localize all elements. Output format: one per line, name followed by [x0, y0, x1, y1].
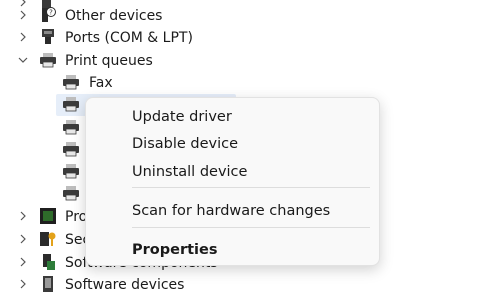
printer-icon	[62, 162, 80, 180]
unknown-device-icon: ?	[39, 6, 57, 24]
printer-icon	[62, 118, 80, 136]
chevron-right-icon[interactable]	[17, 9, 29, 21]
chevron-down-icon[interactable]	[17, 54, 29, 66]
menu-item-label: Properties	[132, 242, 218, 258]
context-menu: Update driver Disable device Uninstall d…	[85, 97, 380, 266]
menu-item-label: Uninstall device	[132, 164, 248, 180]
tree-item-label: Ports (COM & LPT)	[65, 30, 193, 46]
tree-item-label: Fax	[89, 75, 113, 91]
chevron-right-icon[interactable]	[17, 31, 29, 43]
tree-item-fax[interactable]: Fax	[0, 72, 485, 94]
tree-item-ports[interactable]: Ports (COM & LPT)	[0, 27, 485, 49]
chevron-right-icon[interactable]	[17, 210, 29, 222]
chevron-right-icon[interactable]	[17, 256, 29, 268]
software-device-icon	[39, 275, 57, 293]
chevron-right-icon[interactable]	[17, 233, 29, 245]
properties-menu-item[interactable]: Properties	[86, 237, 379, 263]
processor-icon	[39, 207, 57, 225]
tree-item-label: Other devices	[65, 8, 163, 24]
security-device-icon	[39, 230, 57, 248]
tree-item-label: Software devices	[65, 277, 185, 293]
printer-icon	[62, 184, 80, 202]
uninstall-device-menu-item[interactable]: Uninstall device	[86, 159, 379, 185]
software-component-icon	[39, 253, 57, 271]
printer-icon	[62, 140, 80, 158]
printer-icon	[62, 95, 80, 113]
printer-icon	[39, 51, 57, 69]
tree-item-label: Pro	[65, 209, 88, 225]
tree-item-other-devices[interactable]: ? Other devices	[0, 5, 485, 27]
tree-item-label: Print queues	[65, 53, 153, 69]
scan-hardware-changes-menu-item[interactable]: Scan for hardware changes	[86, 198, 379, 224]
menu-separator	[132, 227, 370, 228]
menu-item-label: Disable device	[132, 136, 239, 152]
port-icon	[39, 28, 57, 46]
menu-item-label: Update driver	[132, 109, 232, 125]
printer-icon	[62, 73, 80, 91]
svg-text:?: ?	[49, 9, 53, 17]
menu-item-label: Scan for hardware changes	[132, 203, 331, 219]
disable-device-menu-item[interactable]: Disable device	[86, 131, 379, 157]
tree-item-software-devices[interactable]: Software devices	[0, 274, 485, 296]
chevron-right-icon[interactable]	[17, 278, 29, 290]
menu-separator	[132, 187, 370, 188]
update-driver-menu-item[interactable]: Update driver	[86, 104, 379, 130]
tree-item-print-queues[interactable]: Print queues	[0, 50, 485, 72]
